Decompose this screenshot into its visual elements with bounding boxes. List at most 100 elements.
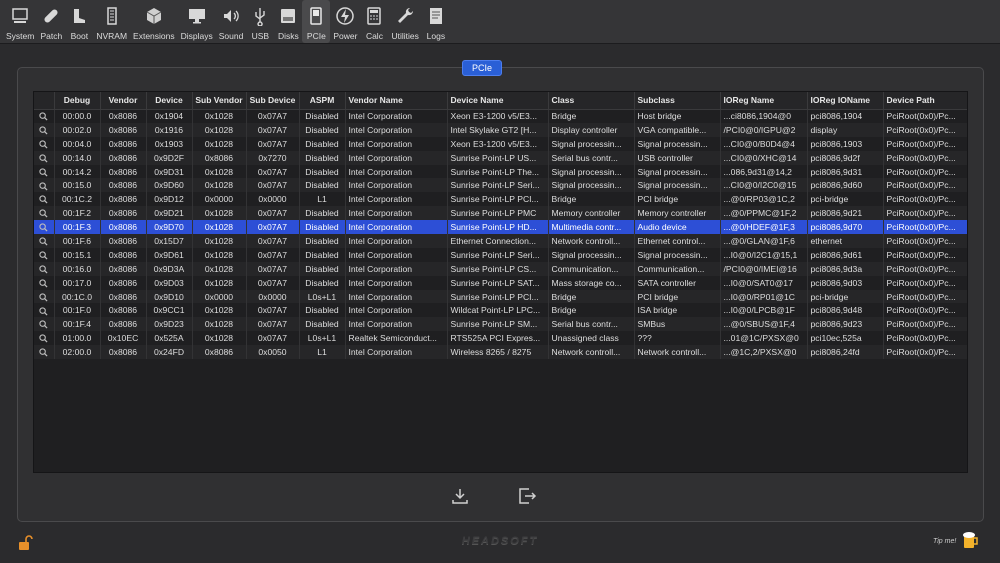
beer-icon[interactable] — [962, 530, 980, 550]
table-row[interactable]: 00:1F.3 0x8086 0x9D70 0x1028 0x07A7 Disabled I… — [34, 220, 967, 235]
table-cell: 00:1C.0 — [54, 289, 101, 304]
table-row[interactable]: 00:15.1 0x8086 0x9D61 0x1028 0x07A7 Disabled I… — [34, 247, 967, 262]
table-cell: 0x1028 — [192, 247, 247, 262]
table-cell: Disabled — [299, 164, 346, 179]
magnifier-icon[interactable] — [34, 261, 55, 276]
table-cell: Signal processin... — [634, 178, 721, 193]
pcie-table-container[interactable]: Debug Vendor Device Sub Vendor Sub Device ASP… — [33, 91, 968, 473]
toolbar-item-utilities[interactable]: Utilities — [388, 0, 421, 43]
download-icon[interactable] — [450, 486, 470, 506]
toolbar-item-power[interactable]: Power — [330, 0, 360, 43]
table-cell: 0x7270 — [246, 150, 300, 165]
toolbar-item-calc[interactable]: Calc — [360, 0, 388, 43]
table-cell: ISA bridge — [634, 303, 721, 318]
table-cell: Communication... — [548, 261, 635, 276]
pcie-table: Debug Vendor Device Sub Vendor Sub Device ASP… — [34, 92, 967, 360]
toolbar-item-boot[interactable]: Boot — [65, 0, 93, 43]
toolbar-item-label: System — [6, 31, 35, 41]
column-header[interactable]: Debug — [54, 92, 101, 110]
table-row[interactable]: 00:1C.0 0x8086 0x9D10 0x0000 0x0000 L0s+L1 Int… — [34, 289, 967, 304]
table-row[interactable]: 00:14.0 0x8086 0x9D2F 0x8086 0x7270 Disabled I… — [34, 150, 967, 165]
toolbar-item-patch[interactable]: Patch — [37, 0, 65, 43]
toolbar-item-extensions[interactable]: Extensions — [130, 0, 178, 43]
tip-label[interactable]: Tip me! — [933, 538, 956, 545]
toolbar-item-disks[interactable]: Disks — [274, 0, 302, 43]
table-cell: ...CI0@0/I2C0@15 — [720, 178, 808, 193]
table-row[interactable]: 00:14.2 0x8086 0x9D31 0x1028 0x07A7 Disabled I… — [34, 164, 967, 179]
column-header[interactable]: Subclass — [634, 92, 721, 110]
table-row[interactable]: 00:17.0 0x8086 0x9D03 0x1028 0x07A7 Disabled I… — [34, 275, 967, 290]
magnifier-icon[interactable] — [34, 164, 55, 179]
table-cell: Bridge — [548, 192, 635, 207]
table-cell: Ethernet Connection... — [447, 234, 549, 248]
table-row[interactable]: 00:1F.0 0x8086 0x9CC1 0x1028 0x07A7 Disabled I… — [34, 303, 967, 318]
magnifier-icon[interactable] — [34, 289, 55, 304]
toolbar-item-nvram[interactable]: NVRAM — [93, 0, 130, 43]
table-row[interactable]: 00:16.0 0x8086 0x9D3A 0x1028 0x07A7 Disabled I… — [34, 261, 967, 276]
table-row[interactable]: 00:1F.2 0x8086 0x9D21 0x1028 0x07A7 Disabled I… — [34, 206, 967, 221]
table-cell: Signal processin... — [634, 136, 721, 151]
toolbar-item-sound[interactable]: Sound — [216, 0, 247, 43]
toolbar-item-displays[interactable]: Displays — [178, 0, 216, 43]
column-header[interactable]: Device Path — [883, 92, 967, 110]
table-row[interactable]: 00:00.0 0x8086 0x1904 0x1028 0x07A7 Disabled I… — [34, 109, 967, 123]
exit-icon[interactable] — [517, 486, 537, 506]
magnifier-icon[interactable] — [34, 317, 55, 332]
table-row[interactable]: 02:00.0 0x8086 0x24FD 0x8086 0x0050 L1 Intel C… — [34, 345, 967, 360]
table-cell: 00:14.2 — [54, 164, 101, 179]
table-cell: display — [807, 122, 884, 137]
column-header[interactable]: Vendor Name — [345, 92, 448, 110]
column-header[interactable]: ASPM — [299, 92, 346, 110]
table-cell: Intel Corporation — [345, 234, 448, 248]
magnifier-icon[interactable] — [34, 178, 55, 193]
boot-icon — [68, 5, 90, 27]
lock-icon[interactable] — [17, 535, 33, 551]
toolbar-item-logs[interactable]: Logs — [422, 0, 450, 43]
table-row[interactable]: 00:1C.2 0x8086 0x9D12 0x0000 0x0000 L1 Intel C… — [34, 192, 967, 207]
column-header[interactable]: Sub Vendor — [192, 92, 247, 110]
column-header[interactable]: Sub Device — [246, 92, 300, 110]
lightning-icon — [334, 5, 356, 27]
magnifier-icon[interactable] — [34, 109, 55, 123]
table-cell: Network controll... — [548, 234, 635, 248]
magnifier-icon[interactable] — [34, 234, 55, 248]
table-cell: ...@0/PPMC@1F,2 — [720, 206, 808, 221]
magnifier-icon[interactable] — [34, 192, 55, 207]
table-cell: pci8086,9d23 — [807, 317, 884, 332]
magnifier-icon[interactable] — [34, 136, 55, 151]
table-cell: 0x1904 — [146, 109, 193, 123]
column-header[interactable]: IOReg Name — [720, 92, 808, 110]
table-row[interactable]: 00:15.0 0x8086 0x9D60 0x1028 0x07A7 Disabled I… — [34, 178, 967, 193]
table-row[interactable]: 00:02.0 0x8086 0x1916 0x1028 0x07A7 Disabled I… — [34, 122, 967, 137]
magnifier-icon[interactable] — [34, 206, 55, 221]
column-header[interactable]: Device Name — [447, 92, 549, 110]
column-header[interactable]: Vendor — [100, 92, 147, 110]
toolbar-item-pcie[interactable]: PCIe — [302, 0, 331, 43]
table-cell: 0x9D3A — [146, 261, 193, 276]
magnifier-icon[interactable] — [34, 122, 55, 137]
magnifier-icon[interactable] — [34, 331, 55, 346]
table-cell: Intel Corporation — [345, 317, 448, 332]
table-cell: 0x24FD — [146, 345, 193, 360]
column-header[interactable] — [34, 92, 55, 110]
magnifier-icon[interactable] — [34, 275, 55, 290]
table-row[interactable]: 00:1F.6 0x8086 0x15D7 0x1028 0x07A7 Disabled I… — [34, 234, 967, 248]
table-row[interactable]: 00:1F.4 0x8086 0x9D23 0x1028 0x07A7 Disabled I… — [34, 317, 967, 332]
magnifier-icon[interactable] — [34, 247, 55, 262]
column-header[interactable]: Class — [548, 92, 635, 110]
magnifier-icon[interactable] — [34, 150, 55, 165]
magnifier-icon[interactable] — [34, 345, 55, 360]
table-cell: VGA compatible... — [634, 122, 721, 137]
table-cell: 0x07A7 — [246, 303, 300, 318]
table-cell: 0x8086 — [100, 317, 147, 332]
table-row[interactable]: 00:04.0 0x8086 0x1903 0x1028 0x07A7 Disabled I… — [34, 136, 967, 151]
toolbar-item-system[interactable]: System — [3, 0, 37, 43]
column-header[interactable]: Device — [146, 92, 193, 110]
table-row[interactable]: 01:00.0 0x10EC 0x525A 0x1028 0x07A7 L0s+L1 Rea… — [34, 331, 967, 346]
magnifier-icon[interactable] — [34, 303, 55, 318]
table-cell: Intel Skylake GT2 [H... — [447, 122, 549, 137]
table-cell: pci10ec,525a — [807, 331, 884, 346]
magnifier-icon[interactable] — [34, 220, 55, 235]
toolbar-item-usb[interactable]: USB — [246, 0, 274, 43]
column-header[interactable]: IOReg IOName — [807, 92, 884, 110]
